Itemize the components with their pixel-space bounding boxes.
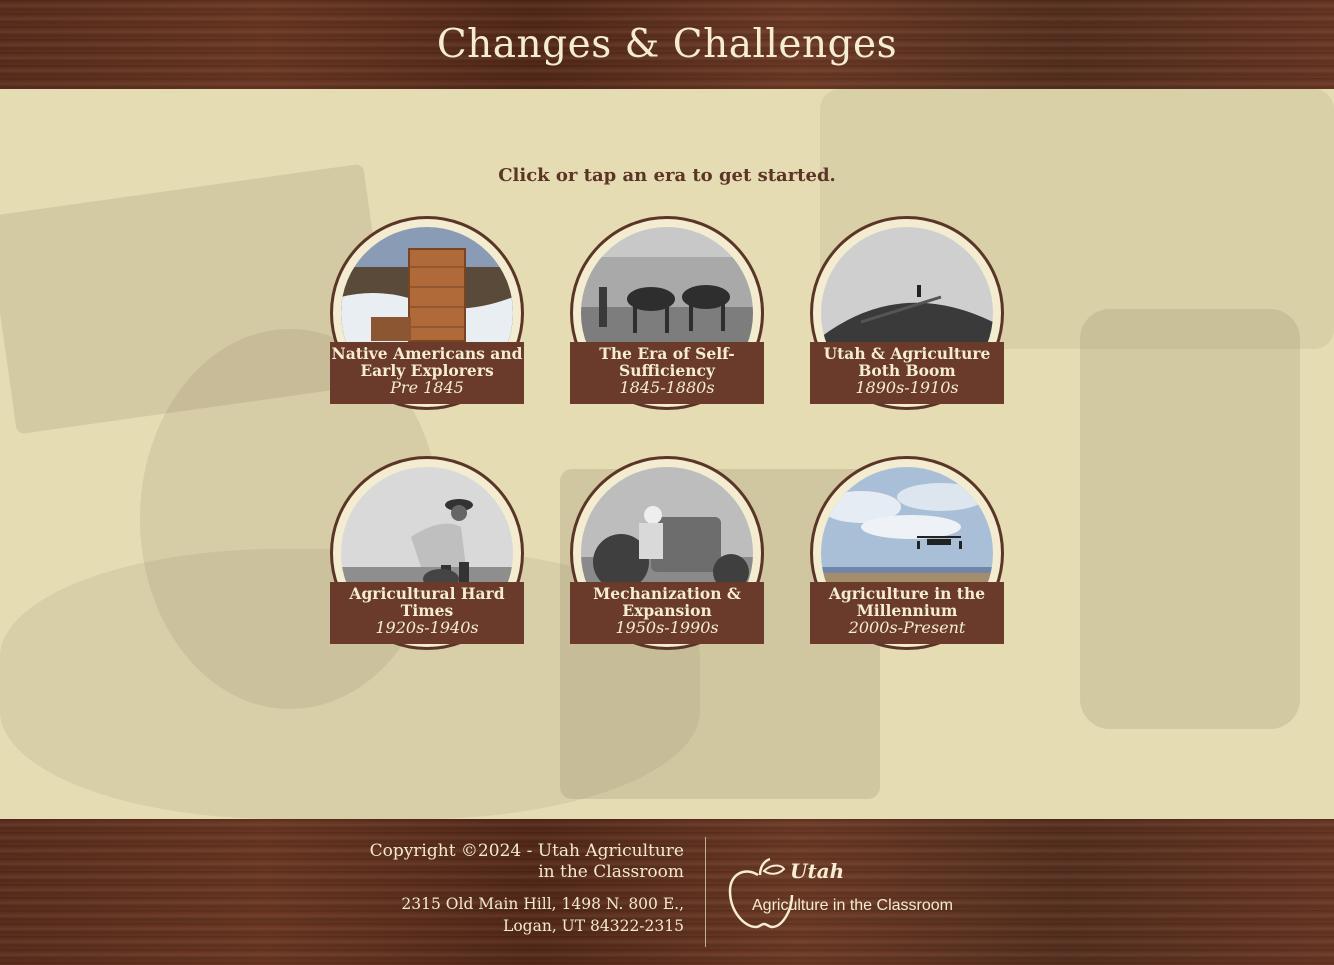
page-footer: Copyright ©2024 - Utah Agriculture in th…	[0, 819, 1334, 965]
era-card-both-boom[interactable]: Utah & Agriculture Both Boom 1890s-1910s	[810, 216, 1004, 416]
era-name: Early Explorers	[360, 361, 494, 380]
era-label: Mechanization & Expansion 1950s-1990s	[570, 582, 764, 644]
era-label: Agriculture in the Millennium 2000s-Pres…	[810, 582, 1004, 644]
logo-utah-text: Utah	[790, 859, 845, 883]
era-card-native-americans[interactable]: Native Americans and Early Explorers Pre…	[330, 216, 524, 416]
apple-logo-icon	[728, 857, 794, 929]
era-name: Times	[400, 601, 454, 620]
footer-divider	[705, 837, 706, 947]
address-text: 2315 Old Main Hill, 1498 N. 800 E., Loga…	[344, 893, 684, 937]
era-label: Native Americans and Early Explorers Pre…	[330, 342, 524, 404]
era-label: The Era of Self- Sufficiency 1845-1880s	[570, 342, 764, 404]
era-years: 1920s-1940s	[375, 618, 479, 637]
address-line: Logan, UT 84322-2315	[503, 917, 684, 935]
page-title: Changes & Challenges	[436, 22, 898, 67]
era-label: Utah & Agriculture Both Boom 1890s-1910s	[810, 342, 1004, 404]
era-label: Agricultural Hard Times 1920s-1940s	[330, 582, 524, 644]
era-years: 1950s-1990s	[615, 618, 719, 637]
era-name: Sufficiency	[619, 361, 715, 380]
era-name: Native Americans and	[331, 344, 523, 363]
logo-subtitle: Agriculture in the Classroom	[752, 897, 953, 914]
main-content: Click or tap an era to get started. Nati…	[0, 89, 1334, 819]
era-years: Pre 1845	[390, 378, 464, 397]
era-name: Mechanization &	[593, 584, 741, 603]
era-name: Agricultural Hard	[349, 584, 505, 603]
era-years: 1845-1880s	[619, 378, 715, 397]
era-name: Expansion	[622, 601, 712, 620]
address-line: 2315 Old Main Hill, 1498 N. 800 E.,	[401, 895, 684, 913]
aitc-logo[interactable]: Utah Agriculture in the Classroom	[726, 857, 966, 931]
copyright-line: Copyright ©2024 - Utah Agriculture	[369, 841, 684, 861]
era-card-self-sufficiency[interactable]: The Era of Self- Sufficiency 1845-1880s	[570, 216, 764, 416]
era-name: Both Boom	[858, 361, 956, 380]
era-years: 1890s-1910s	[855, 378, 959, 397]
era-card-millennium[interactable]: Agriculture in the Millennium 2000s-Pres…	[810, 456, 1004, 656]
era-grid: Native Americans and Early Explorers Pre…	[0, 89, 1334, 819]
era-card-mechanization[interactable]: Mechanization & Expansion 1950s-1990s	[570, 456, 764, 656]
era-name: Utah & Agriculture	[823, 344, 991, 363]
page-header: Changes & Challenges	[0, 0, 1334, 89]
era-name: Agriculture in the	[828, 584, 986, 603]
era-name: Millennium	[856, 601, 958, 620]
copyright-text: Copyright ©2024 - Utah Agriculture in th…	[344, 841, 684, 883]
era-name: The Era of Self-	[599, 344, 735, 363]
era-years: 2000s-Present	[848, 618, 966, 637]
era-card-hard-times[interactable]: Agricultural Hard Times 1920s-1940s	[330, 456, 524, 656]
copyright-line: in the Classroom	[538, 862, 684, 882]
